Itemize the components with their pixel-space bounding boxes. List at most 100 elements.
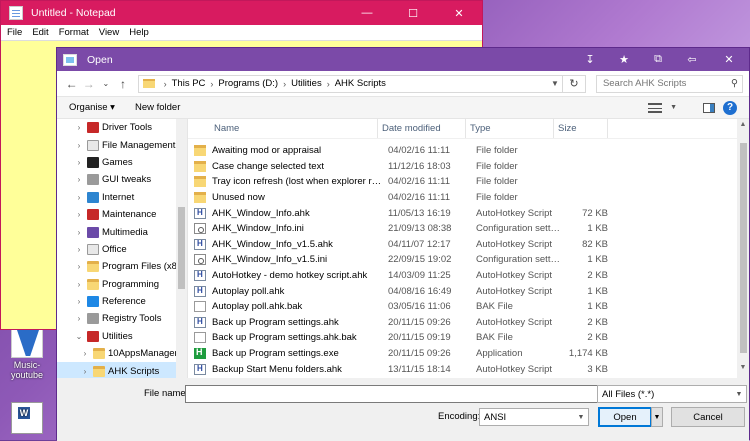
tree-item[interactable]: › Maintenance: [57, 206, 187, 223]
file-row[interactable]: AHK_Window_Info.ini 21/09/13 08:38 Configu…: [188, 221, 749, 237]
chevron-right-icon[interactable]: ›: [79, 367, 91, 376]
tree-item[interactable]: › Internet: [57, 189, 187, 206]
file-row[interactable]: AutoHotkey - demo hotkey script.ahk 14/03…: [188, 268, 749, 284]
help-icon[interactable]: ?: [723, 100, 737, 115]
file-row[interactable]: Case change selected text 11/12/16 18:03 F…: [188, 159, 749, 175]
desktop-document[interactable]: W: [4, 402, 50, 436]
notepad-titlebar[interactable]: Untitled - Notepad — ☐ ✕: [1, 1, 482, 25]
tree-item[interactable]: ⌄ Utilities: [57, 328, 187, 345]
search-icon[interactable]: ⚲: [731, 78, 738, 89]
file-row[interactable]: AHK_Window_Info.ahk 11/05/13 16:19 AutoHot…: [188, 205, 749, 221]
breadcrumb-utilities[interactable]: Utilities: [291, 78, 322, 89]
chevron-right-icon[interactable]: ›: [73, 228, 85, 237]
file-list-scrollbar[interactable]: ▲ ▼: [737, 119, 749, 378]
file-name-input[interactable]: [185, 385, 640, 403]
preview-pane-icon[interactable]: [703, 102, 715, 113]
tree-item[interactable]: › Games: [57, 154, 187, 171]
chevron-down-icon[interactable]: ▼: [548, 79, 562, 88]
column-date-modified[interactable]: Date modified: [378, 119, 466, 138]
pin-icon[interactable]: ★: [607, 48, 641, 71]
file-row[interactable]: Tray icon refresh (lost when explorer re…: [188, 174, 749, 190]
breadcrumb-this-pc[interactable]: This PC: [172, 78, 206, 89]
chevron-right-icon[interactable]: ›: [327, 79, 330, 89]
maximize-icon[interactable]: ☐: [390, 1, 436, 25]
chevron-right-icon[interactable]: ›: [73, 280, 85, 289]
file-row[interactable]: Awaiting mod or appraisal 04/02/16 11:11 F…: [188, 143, 749, 159]
tree-item[interactable]: › Registry Tools: [57, 310, 187, 327]
forward-icon[interactable]: →: [80, 77, 97, 91]
breadcrumb-ahk-scripts[interactable]: AHK Scripts: [335, 78, 386, 89]
menu-view[interactable]: View: [99, 27, 119, 38]
close-icon[interactable]: ✕: [709, 48, 749, 71]
tree-item[interactable]: › Office: [57, 241, 187, 258]
tree-item[interactable]: › Driver Tools: [57, 119, 187, 136]
chevron-right-icon[interactable]: ›: [73, 158, 85, 167]
encoding-select[interactable]: ANSI ▼: [479, 408, 589, 426]
copy-icon[interactable]: ⧉: [641, 48, 675, 71]
open-button[interactable]: Open: [598, 407, 652, 427]
tree-scrollbar[interactable]: [176, 119, 187, 378]
file-row[interactable]: AHK_Window_Info_v1.5.ahk 04/11/07 12:17 Au…: [188, 237, 749, 253]
search-input[interactable]: [600, 77, 726, 90]
back-arrow-icon[interactable]: ⇦: [675, 48, 709, 71]
tree-item[interactable]: › Program Files (x86): [57, 258, 187, 275]
file-row[interactable]: Autoplay poll.ahk.bak 03/05/16 11:06 BAK F…: [188, 299, 749, 315]
chevron-right-icon[interactable]: ›: [73, 210, 85, 219]
file-row[interactable]: Backup Start Menu folders.ahk 13/11/15 18…: [188, 361, 749, 377]
tree-item[interactable]: › GUI tweaks: [57, 171, 187, 188]
file-row[interactable]: Autoplay poll.ahk 04/08/16 16:49 AutoHotke…: [188, 283, 749, 299]
close-icon[interactable]: ✕: [436, 1, 482, 25]
scroll-up-icon[interactable]: ▲: [737, 121, 749, 133]
column-size[interactable]: Size: [554, 119, 608, 138]
menu-format[interactable]: Format: [59, 27, 89, 38]
move-down-icon[interactable]: ↧: [573, 48, 607, 71]
file-row[interactable]: Back up Program settings.exe 20/11/15 09:…: [188, 346, 749, 362]
tree-item[interactable]: › AHK Scripts: [57, 362, 187, 378]
column-type[interactable]: Type: [466, 119, 554, 138]
recent-locations-icon[interactable]: ⌄: [97, 79, 114, 88]
chevron-right-icon[interactable]: ›: [73, 297, 85, 306]
menu-help[interactable]: Help: [129, 27, 149, 38]
file-row[interactable]: AHK_Window_Info_v1.5.ini 22/09/15 19:02 Co…: [188, 252, 749, 268]
file-type-select[interactable]: All Files (*.*) ▼: [597, 385, 747, 403]
menu-file[interactable]: File: [7, 27, 22, 38]
chevron-right-icon[interactable]: ›: [79, 349, 91, 358]
dialog-titlebar[interactable]: Open ↧ ★ ⧉ ⇦ ✕: [57, 48, 749, 71]
tree-item[interactable]: › Programming: [57, 276, 187, 293]
chevron-right-icon[interactable]: ›: [164, 79, 167, 89]
cancel-button[interactable]: Cancel: [671, 407, 745, 427]
chevron-down-icon[interactable]: ⌄: [73, 332, 85, 341]
tree-item[interactable]: › 10AppsManager: [57, 345, 187, 362]
column-name[interactable]: Name: [188, 119, 378, 138]
chevron-right-icon[interactable]: ›: [73, 123, 85, 132]
chevron-right-icon[interactable]: ›: [73, 141, 85, 150]
menu-edit[interactable]: Edit: [32, 27, 48, 38]
chevron-right-icon[interactable]: ›: [73, 245, 85, 254]
organise-button[interactable]: Organise ▾: [69, 102, 115, 113]
chevron-right-icon[interactable]: ›: [73, 262, 85, 271]
scrollbar-thumb[interactable]: [740, 143, 747, 353]
chevron-right-icon[interactable]: ›: [73, 314, 85, 323]
tree-item[interactable]: › Reference: [57, 293, 187, 310]
file-row[interactable]: Back up Program settings.ahk 20/11/15 09:…: [188, 315, 749, 331]
open-options-dropdown[interactable]: ▼: [651, 407, 663, 427]
breadcrumb-programs-d[interactable]: Programs (D:): [218, 78, 278, 89]
tree-item[interactable]: › Multimedia: [57, 223, 187, 240]
chevron-right-icon[interactable]: ›: [210, 79, 213, 89]
chevron-down-icon[interactable]: ▼: [670, 104, 677, 111]
new-folder-button[interactable]: New folder: [135, 102, 180, 113]
search-box[interactable]: ⚲: [595, 74, 743, 93]
desktop-shortcut-music-youtube[interactable]: Music- youtube: [4, 326, 50, 380]
chevron-right-icon[interactable]: ›: [73, 193, 85, 202]
scroll-down-icon[interactable]: ▼: [737, 364, 749, 376]
scrollbar-thumb[interactable]: [178, 207, 185, 289]
refresh-icon[interactable]: ↻: [563, 74, 586, 93]
chevron-right-icon[interactable]: ›: [283, 79, 286, 89]
chevron-right-icon[interactable]: ›: [73, 175, 85, 184]
view-options-icon[interactable]: [648, 102, 663, 113]
file-row[interactable]: Back up Program settings.ahk.bak 20/11/15…: [188, 330, 749, 346]
address-bar[interactable]: › This PC › Programs (D:) › Utilities › …: [137, 74, 564, 93]
up-icon[interactable]: ↑: [114, 77, 131, 91]
file-row[interactable]: Unused now 04/02/16 11:11 File folder: [188, 190, 749, 206]
tree-item[interactable]: › File Management: [57, 136, 187, 153]
